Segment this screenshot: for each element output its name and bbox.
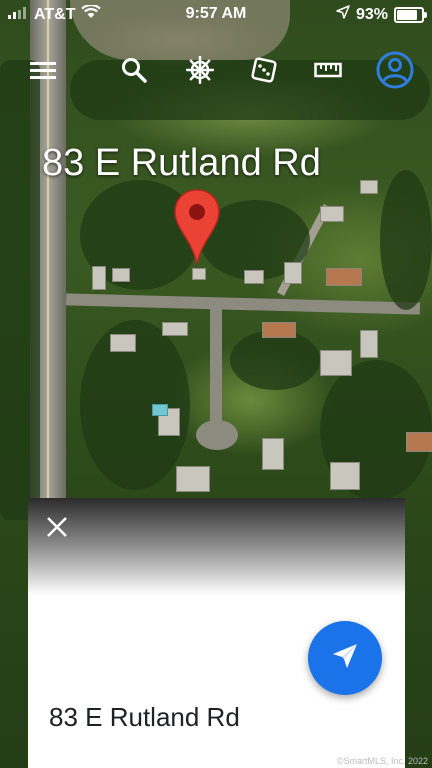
close-icon[interactable] — [42, 512, 72, 542]
map-house — [262, 322, 296, 338]
map-house — [284, 262, 302, 284]
watermark: ©SmartMLS, Inc. 2022 — [336, 756, 428, 766]
map-house — [244, 270, 264, 284]
fly-to-icon — [330, 641, 360, 676]
map-trees — [230, 330, 320, 390]
map-house — [92, 266, 106, 290]
dice-icon[interactable] — [244, 50, 284, 90]
battery-icon — [394, 6, 427, 23]
map-house — [406, 432, 432, 452]
map-house — [320, 206, 344, 222]
map-road — [196, 420, 238, 450]
map-house — [176, 466, 210, 492]
map-trees — [0, 60, 40, 520]
status-bar: AT&T 9:57 AM 93% — [0, 0, 432, 28]
map-house — [320, 350, 352, 376]
map-house — [330, 462, 360, 490]
map-house — [162, 322, 188, 336]
map-house — [326, 268, 362, 286]
map-trees — [380, 170, 432, 310]
card-address: 83 E Rutland Rd — [49, 702, 240, 732]
map-pool — [152, 404, 168, 416]
map-toolbar — [0, 50, 432, 90]
place-card: 83 E Rutland Rd — [28, 498, 405, 768]
fly-to-button[interactable] — [308, 621, 382, 695]
map-road — [210, 300, 222, 440]
battery-fill — [397, 9, 418, 20]
map-house — [110, 334, 136, 352]
search-icon[interactable] — [114, 50, 154, 90]
voyager-icon[interactable] — [180, 50, 220, 90]
map-place-label: 83 E Rutland Rd — [42, 142, 321, 184]
menu-icon[interactable] — [23, 50, 63, 90]
ruler-icon[interactable] — [308, 50, 348, 90]
status-right-group: 93% — [336, 5, 427, 24]
map-house — [262, 438, 284, 470]
account-icon[interactable] — [374, 49, 416, 91]
red-map-pin-icon[interactable] — [172, 188, 222, 271]
battery-percent: 93% — [355, 5, 388, 23]
map-house — [360, 330, 378, 358]
map-house — [112, 268, 130, 282]
map-road — [65, 293, 421, 315]
location-arrow-icon — [336, 5, 350, 24]
map-house — [360, 180, 378, 194]
